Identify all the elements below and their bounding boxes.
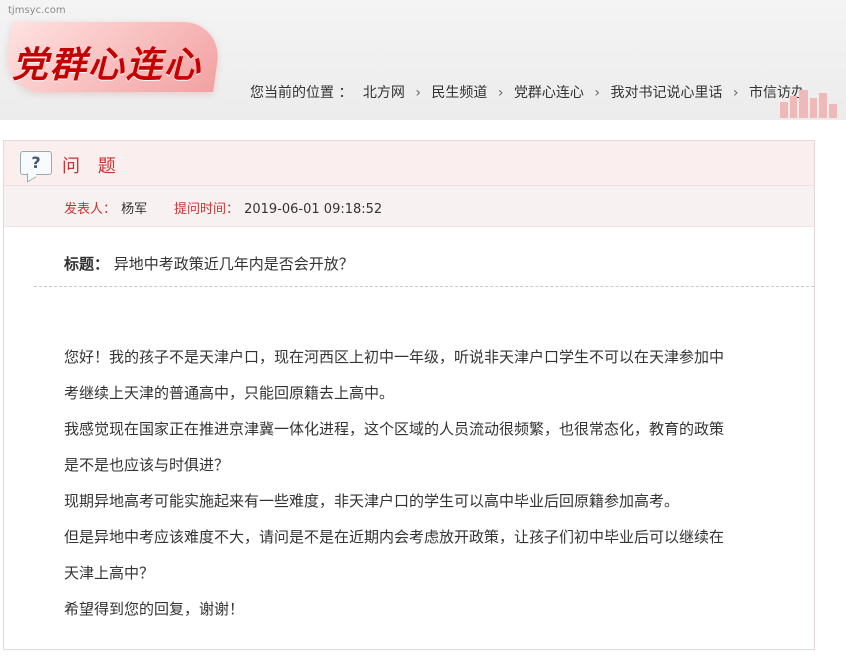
question-title: 问 题 (62, 156, 122, 177)
breadcrumb-separator-icon: › (594, 85, 600, 101)
body-line-6: 但是异地中考应该难度不大，请问是不是在近期内会考虑放开政策，让孩子们初中毕业后可… (64, 528, 725, 546)
breadcrumb-separator-icon: › (415, 85, 421, 101)
breadcrumb-item-2[interactable]: 民生频道 (431, 85, 487, 101)
time-info: 提问时间： 2019-06-01 09:18:52 (174, 198, 382, 217)
time-value: 2019-06-01 09:18:52 (244, 202, 383, 217)
breadcrumb-separator-icon: › (732, 85, 739, 101)
body-line-5: 现期异地高考可能实施起来有一些难度，非天津户口的学生可以高中毕业后回原籍参加高考… (64, 492, 680, 510)
question-body: 您好！我的孩子不是天津户口，现在河西区上初中一年级，听说非天津户口学生不可以在天… (64, 339, 784, 627)
poster-name: 杨军 (121, 202, 148, 217)
question-meta: 发表人： 杨军 提问时间： 2019-06-01 09:18:52 (4, 186, 814, 227)
breadcrumb-item-4[interactable]: 我对书记说心里话 (610, 85, 722, 101)
body-line-1: 您好！我的孩子不是天津户口，现在河西区上初中一年级，听说非天津户口学生不可以在天… (64, 348, 725, 366)
city-skyline-icon (780, 88, 840, 118)
breadcrumb-item-3[interactable]: 党群心连心 (514, 85, 584, 101)
brand-logo[interactable]: 党群心连心 (0, 14, 235, 110)
poster-info: 发表人： 杨军 (64, 198, 147, 217)
question-subject: 标题： 异地中考政策近几年内是否会开放？ (64, 253, 354, 274)
time-label: 提问时间： (174, 202, 240, 217)
body-line-3: 我感觉现在国家正在推进京津冀一体化进程，这个区域的人员流动很频繁，也很常态化，教… (64, 420, 725, 438)
poster-label: 发表人： (64, 202, 117, 217)
dashed-divider (34, 286, 814, 287)
breadcrumb-label: 您当前的位置 ： (250, 85, 353, 101)
breadcrumb-separator-icon: › (497, 85, 504, 101)
question-panel: ? 问 题 发表人： 杨军 提问时间： 2019-06-01 09:18:52 … (3, 140, 815, 650)
question-header: ? 问 题 (4, 141, 814, 186)
question-icon: ? (20, 151, 52, 175)
logo-text: 党群心连心 (12, 44, 203, 86)
body-line-8: 希望得到您的回复，谢谢！ (64, 600, 245, 618)
subject-label: 标题： (64, 255, 110, 273)
body-line-2: 考继续上天津的普通高中，只能回原籍去上高中。 (64, 384, 395, 402)
breadcrumb: 您当前的位置 ： 北方网 › 民生频道 › 党群心连心 › 我对书记说心里话 ›… (250, 82, 805, 102)
breadcrumb-item-1[interactable]: 北方网 (363, 85, 405, 101)
body-line-7: 天津上高中？ (64, 564, 155, 582)
subject-text: 异地中考政策近几年内是否会开放？ (113, 255, 354, 273)
site-header: tjmsyc.com 党群心连心 您当前的位置 ： 北方网 › 民生频道 › 党… (0, 0, 846, 120)
body-line-4: 是不是也应该与时俱进？ (64, 456, 230, 474)
